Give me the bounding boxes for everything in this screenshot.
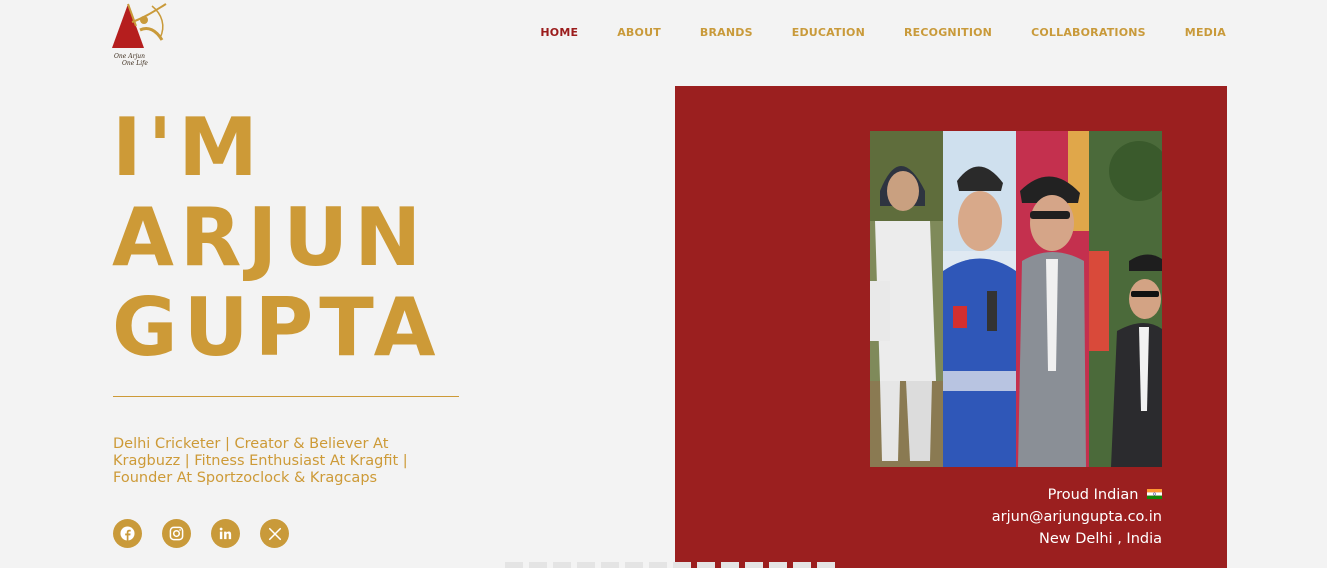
facebook-icon xyxy=(120,526,135,541)
logo-tagline-line1: One Arjun xyxy=(114,53,146,60)
hero-heading-line2: ARJUN xyxy=(112,191,428,284)
hero-bio: Delhi Cricketer | Creator & Believer At … xyxy=(113,436,408,486)
nav-collaborations[interactable]: COLLABORATIONS xyxy=(1031,26,1146,39)
nav-home[interactable]: HOME xyxy=(540,26,578,39)
instagram-icon xyxy=(169,526,184,541)
contact-email[interactable]: arjun@arjungupta.co.in xyxy=(992,506,1162,528)
nav-recognition[interactable]: RECOGNITION xyxy=(904,26,992,39)
contact-info: Proud Indian arjun@arjungupta.co.in New … xyxy=(992,484,1162,550)
photo-strip-formal xyxy=(1089,131,1162,467)
india-flag-icon xyxy=(1147,489,1162,499)
next-section-heading-peek xyxy=(505,562,835,568)
social-links xyxy=(113,519,289,548)
x-twitter-icon xyxy=(268,527,281,540)
contact-location: New Delhi , India xyxy=(1039,531,1162,547)
hero-panel: Proud Indian arjun@arjungupta.co.in New … xyxy=(675,86,1227,568)
instagram-link[interactable] xyxy=(162,519,191,548)
facebook-link[interactable] xyxy=(113,519,142,548)
hero-heading-line3: GUPTA xyxy=(112,281,442,374)
hero-heading-line1: I'M xyxy=(112,101,264,194)
linkedin-icon xyxy=(219,527,232,540)
nav-about[interactable]: ABOUT xyxy=(617,26,661,39)
nav-brands[interactable]: BRANDS xyxy=(700,26,753,39)
logo-tagline-line2: One Life xyxy=(122,60,148,67)
photo-strip-cricket xyxy=(870,131,943,467)
nav-education[interactable]: EDUCATION xyxy=(792,26,865,39)
photo-strip-jersey xyxy=(943,131,1016,467)
proud-indian-row: Proud Indian xyxy=(992,484,1162,506)
main-nav: HOME ABOUT BRANDS EDUCATION RECOGNITION … xyxy=(540,26,1226,39)
photo-collage xyxy=(870,131,1162,467)
proud-indian-text: Proud Indian xyxy=(1047,487,1139,503)
linkedin-link[interactable] xyxy=(211,519,240,548)
hero-divider xyxy=(113,396,459,397)
nav-media[interactable]: MEDIA xyxy=(1185,26,1226,39)
x-twitter-link[interactable] xyxy=(260,519,289,548)
photo-strip-suit xyxy=(1016,131,1089,467)
logo-mark-icon xyxy=(112,3,167,48)
logo-tagline: One Arjun One Life xyxy=(114,53,174,67)
